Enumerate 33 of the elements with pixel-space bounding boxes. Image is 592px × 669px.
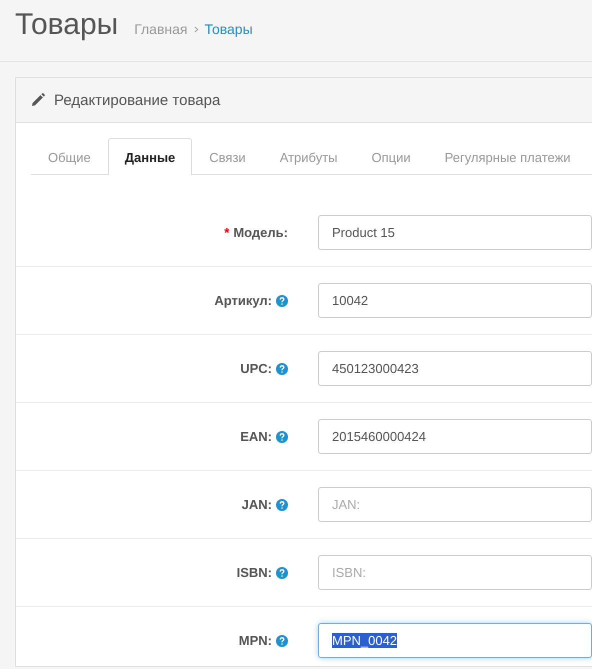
- help-icon[interactable]: [276, 566, 288, 578]
- help-icon[interactable]: [276, 294, 288, 306]
- tab[interactable]: Общие: [31, 138, 108, 175]
- input-field[interactable]: ISBN:: [318, 555, 592, 590]
- field-label: JAN:: [242, 497, 272, 512]
- breadcrumb-link[interactable]: Товары: [204, 21, 253, 37]
- input-field[interactable]: 450123000423: [318, 351, 592, 386]
- tab[interactable]: Данные: [108, 138, 192, 175]
- tab[interactable]: Связи: [192, 138, 263, 175]
- field-label: ISBN:: [236, 565, 272, 580]
- tab[interactable]: Регулярные платежи: [428, 138, 588, 175]
- breadcrumb-link[interactable]: Главная: [134, 21, 188, 37]
- input-field[interactable]: JAN:: [318, 487, 592, 522]
- input-field[interactable]: MPN_0042: [318, 623, 592, 658]
- page-title: Товары: [15, 8, 118, 42]
- tab[interactable]: Опции: [354, 138, 428, 175]
- required-marker: *: [224, 225, 230, 240]
- field-label: Модель:: [233, 225, 288, 240]
- help-icon[interactable]: [276, 362, 288, 374]
- field-label: MPN:: [238, 633, 272, 648]
- input-field[interactable]: 10042: [318, 283, 592, 318]
- field-label: UPC:: [240, 361, 272, 376]
- input-field[interactable]: 2015460000424: [318, 419, 592, 454]
- input-field[interactable]: Product 15: [318, 215, 592, 250]
- panel-title: Редактирование товара: [54, 92, 220, 108]
- help-icon[interactable]: [276, 430, 288, 442]
- help-icon[interactable]: [276, 634, 288, 646]
- help-icon[interactable]: [276, 498, 288, 510]
- field-label: Артикул:: [214, 293, 272, 308]
- pencil-icon: [31, 93, 45, 107]
- tab[interactable]: Атрибуты: [262, 138, 354, 175]
- field-label: EAN:: [240, 429, 272, 444]
- chevron-icon: [194, 26, 198, 32]
